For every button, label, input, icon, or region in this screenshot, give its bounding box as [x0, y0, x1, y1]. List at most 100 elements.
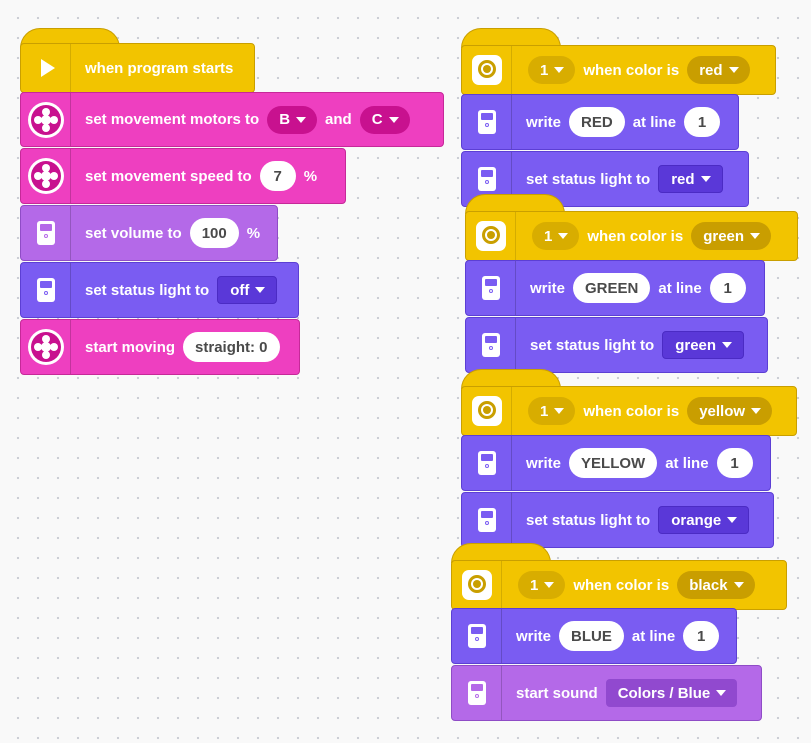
set-status-light-block[interactable]: set status light to off — [20, 262, 299, 318]
write-block[interactable]: write YELLOW at line 1 — [461, 435, 771, 491]
write-block[interactable]: write BLUE at line 1 — [451, 608, 737, 664]
dropdown-value: off — [230, 281, 250, 299]
block-label: start sound — [516, 684, 598, 702]
write-block[interactable]: write GREEN at line 1 — [465, 260, 765, 316]
dropdown-value: C — [371, 111, 383, 128]
hub-icon — [462, 95, 512, 149]
block-label: when color is — [573, 576, 670, 594]
color-sensor-icon — [462, 387, 512, 435]
play-icon — [21, 44, 71, 92]
when-color-is-block[interactable]: 1 when color is red — [461, 45, 776, 95]
unit-label: % — [246, 224, 261, 242]
at-line-label: at line — [631, 627, 676, 645]
status-light-dropdown[interactable]: orange — [658, 506, 750, 534]
line-input[interactable]: 1 — [684, 107, 721, 137]
block-label: set movement speed to — [85, 167, 252, 185]
block-label: write — [530, 279, 566, 297]
motor-icon — [21, 149, 71, 203]
dropdown-value: yellow — [699, 402, 746, 420]
motor-port-dropdown-1[interactable]: B — [267, 105, 318, 134]
dropdown-value: Colors / Blue — [617, 684, 711, 702]
color-sensor-icon — [466, 212, 516, 260]
sensor-port-dropdown[interactable]: 1 — [532, 222, 580, 250]
block-label: when program starts — [85, 59, 234, 77]
dropdown-value: 1 — [540, 402, 549, 420]
chevron-down-icon — [558, 233, 569, 239]
hub-icon — [462, 493, 512, 547]
chevron-down-icon — [750, 233, 761, 239]
line-input[interactable]: 1 — [716, 448, 753, 478]
color-dropdown[interactable]: green — [691, 222, 772, 250]
block-label: when color is — [583, 61, 680, 79]
when-program-starts-block[interactable]: when program starts — [20, 43, 255, 93]
dropdown-value: 1 — [540, 61, 549, 79]
volume-input[interactable]: 100 — [189, 218, 239, 248]
color-dropdown[interactable]: red — [687, 56, 750, 84]
block-label: set status light to — [526, 170, 651, 188]
block-label: when color is — [587, 227, 684, 245]
speed-input[interactable]: 7 — [259, 161, 296, 191]
at-line-label: at line — [632, 113, 677, 131]
text-input[interactable]: RED — [569, 107, 625, 137]
at-line-label: at line — [665, 454, 709, 472]
text-input[interactable]: GREEN — [573, 273, 651, 303]
sensor-port-dropdown[interactable]: 1 — [528, 56, 576, 84]
block-label: set volume to — [85, 224, 182, 242]
when-color-is-block[interactable]: 1 when color is black — [451, 560, 787, 610]
dropdown-value: black — [689, 576, 728, 594]
dropdown-value: green — [675, 336, 717, 354]
dropdown-value: 1 — [544, 227, 553, 245]
block-label: write — [526, 454, 562, 472]
chevron-down-icon — [554, 408, 565, 414]
chevron-down-icon — [716, 690, 727, 696]
motor-icon — [21, 93, 71, 146]
set-movement-motors-block[interactable]: set movement motors to B and C — [20, 92, 444, 147]
status-light-dropdown[interactable]: red — [658, 165, 723, 193]
chevron-down-icon — [255, 287, 266, 293]
line-input[interactable]: 1 — [709, 273, 746, 303]
text-input[interactable]: YELLOW — [569, 448, 658, 478]
hub-icon — [466, 261, 516, 315]
color-dropdown[interactable]: yellow — [687, 397, 773, 425]
chevron-down-icon — [700, 176, 711, 182]
chevron-down-icon — [733, 582, 744, 588]
dropdown-value: B — [279, 111, 291, 128]
chevron-down-icon — [554, 67, 565, 73]
block-label: write — [516, 627, 552, 645]
block-label: set status light to — [85, 281, 210, 299]
motor-icon — [21, 320, 71, 374]
start-moving-block[interactable]: start moving straight: 0 — [20, 319, 300, 375]
unit-label: % — [303, 167, 318, 185]
sound-dropdown[interactable]: Colors / Blue — [605, 679, 738, 707]
chevron-down-icon — [728, 67, 739, 73]
chevron-down-icon — [388, 116, 399, 123]
hub-icon — [452, 609, 502, 663]
status-light-dropdown[interactable]: green — [662, 331, 745, 359]
when-color-is-block[interactable]: 1 when color is green — [465, 211, 798, 261]
dropdown-value: red — [671, 170, 695, 188]
start-sound-block[interactable]: start sound Colors / Blue — [451, 665, 762, 721]
set-movement-speed-block[interactable]: set movement speed to 7 % — [20, 148, 346, 204]
line-input[interactable]: 1 — [683, 621, 720, 651]
chevron-down-icon — [751, 408, 762, 414]
hub-icon — [21, 206, 71, 260]
hub-icon — [466, 318, 516, 372]
write-block[interactable]: write RED at line 1 — [461, 94, 739, 150]
when-color-is-block[interactable]: 1 when color is yellow — [461, 386, 797, 436]
block-label: set status light to — [526, 511, 651, 529]
dropdown-value: orange — [671, 511, 722, 529]
steering-input[interactable]: straight: 0 — [183, 332, 280, 362]
color-dropdown[interactable]: black — [677, 571, 755, 599]
sensor-port-dropdown[interactable]: 1 — [528, 397, 576, 425]
text-input[interactable]: BLUE — [559, 621, 624, 651]
motor-port-dropdown-2[interactable]: C — [359, 105, 410, 134]
sensor-port-dropdown[interactable]: 1 — [518, 571, 566, 599]
set-status-light-block[interactable]: set status light to orange — [461, 492, 774, 548]
dropdown-value: red — [699, 61, 723, 79]
set-volume-block[interactable]: set volume to 100 % — [20, 205, 278, 261]
color-sensor-icon — [452, 561, 502, 609]
status-light-dropdown[interactable]: off — [217, 276, 278, 304]
set-status-light-block[interactable]: set status light to green — [465, 317, 768, 373]
color-sensor-icon — [462, 46, 512, 94]
hub-icon — [462, 436, 512, 490]
